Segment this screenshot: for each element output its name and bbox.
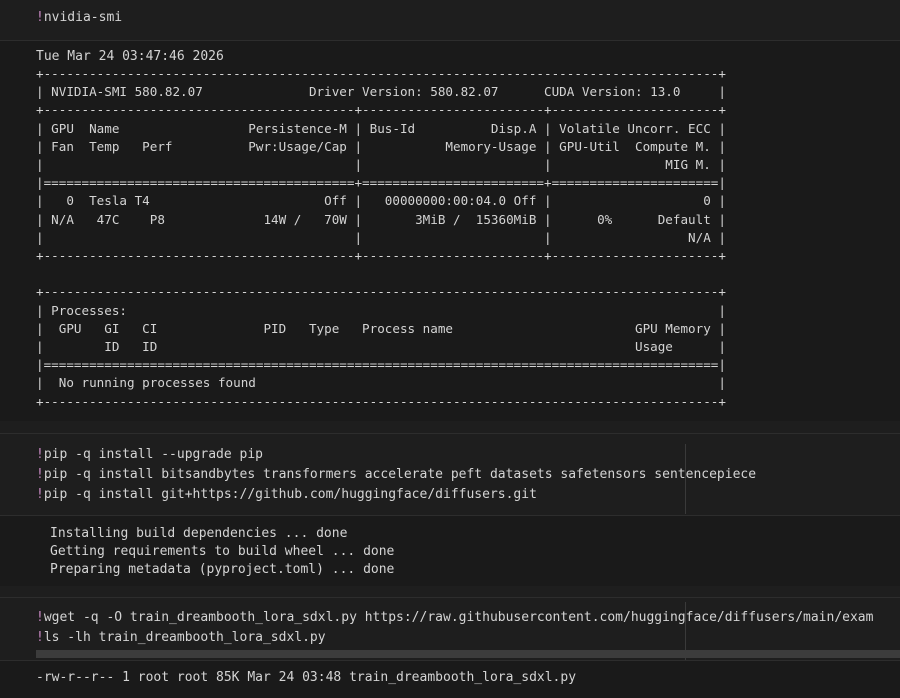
shell-command: wget -q -O train_dreambooth_lora_sdxl.py… — [43, 610, 874, 625]
output-nvidia-smi: Tue Mar 24 03:47:46 2026 +--------------… — [0, 41, 900, 421]
shell-command: pip -q install bitsandbytes transformers… — [43, 467, 757, 482]
shell-command: nvidia-smi — [43, 10, 123, 25]
shell-bang: ! — [36, 467, 44, 482]
output-pip-install: Installing build dependencies ... done G… — [0, 516, 900, 586]
output-line: Getting requirements to build wheel ... … — [50, 544, 395, 559]
output-ls: -rw-r--r-- 1 root root 85K Mar 24 03:48 … — [0, 661, 900, 698]
code-line[interactable]: !pip -q install --upgrade pip — [36, 446, 263, 464]
shell-command: ls -lh train_dreambooth_lora_sdxl.py — [43, 630, 326, 645]
shell-command: pip -q install --upgrade pip — [43, 447, 263, 462]
shell-bang: ! — [36, 610, 44, 625]
code-line[interactable]: !ls -lh train_dreambooth_lora_sdxl.py — [36, 629, 326, 647]
code-cell-nvidia-smi[interactable]: !nvidia-smi — [0, 0, 900, 40]
shell-bang: ! — [36, 10, 44, 25]
code-line[interactable]: !wget -q -O train_dreambooth_lora_sdxl.p… — [36, 609, 873, 627]
shell-bang: ! — [36, 487, 44, 502]
nvidia-smi-table: +---------------------------------------… — [36, 66, 726, 409]
shell-command: pip -q install git+https://github.com/hu… — [43, 487, 537, 502]
output-line: -rw-r--r-- 1 root root 85K Mar 24 03:48 … — [36, 670, 577, 685]
code-line[interactable]: !nvidia-smi — [36, 9, 122, 27]
shell-bang: ! — [36, 447, 44, 462]
code-cell-pip-install[interactable]: !pip -q install --upgrade pip !pip -q in… — [0, 434, 900, 515]
code-cell-wget[interactable]: !wget -q -O train_dreambooth_lora_sdxl.p… — [0, 598, 900, 660]
output-timestamp: Tue Mar 24 03:47:46 2026 — [36, 49, 224, 64]
code-line[interactable]: !pip -q install git+https://github.com/h… — [36, 486, 537, 504]
code-line[interactable]: !pip -q install bitsandbytes transformer… — [36, 466, 756, 484]
output-line: Installing build dependencies ... done — [50, 526, 348, 541]
shell-bang: ! — [36, 630, 44, 645]
ruler-guide — [685, 444, 686, 514]
horizontal-scrollbar[interactable] — [36, 650, 900, 658]
output-line: Preparing metadata (pyproject.toml) ... … — [50, 562, 395, 577]
